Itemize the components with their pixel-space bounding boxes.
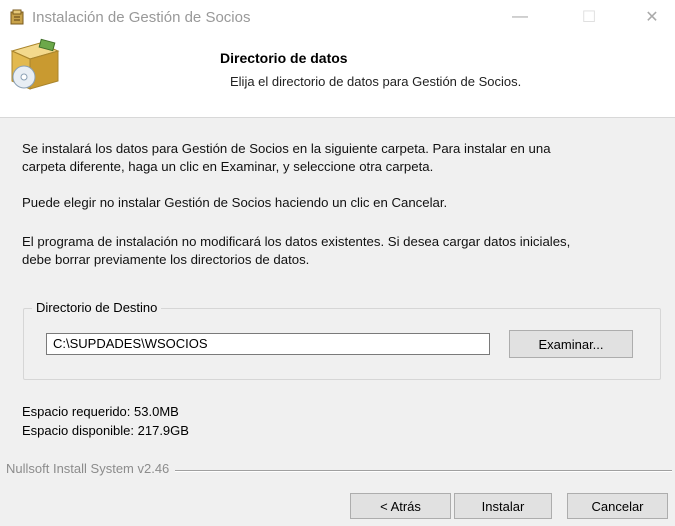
install-button[interactable]: Instalar [454,493,552,519]
existing-data-line-1: El programa de instalación no modificará… [22,234,571,249]
installer-icon [10,9,24,25]
close-button[interactable]: ✕ [629,0,675,34]
existing-data-note: El programa de instalación no modificará… [22,233,662,269]
nsis-branding: Nullsoft Install System v2.46 [6,461,176,476]
intro-paragraph: Se instalará los datos para Gestión de S… [22,140,662,176]
page-subtitle: Elija el directorio de datos para Gestió… [230,74,522,89]
window-title: Instalación de Gestión de Socios [32,9,251,26]
existing-data-line-2: debe borrar previamente los directorios … [22,252,310,267]
cancel-button[interactable]: Cancelar [567,493,668,519]
back-button[interactable]: < Atrás [350,493,451,519]
destination-path-input[interactable]: C:\SUPDADES\WSOCIOS [46,333,490,355]
browse-button[interactable]: Examinar... [509,330,633,358]
space-required: Espacio requerido: 53.0MB [22,404,179,419]
page-title: Directorio de datos [220,50,348,66]
intro-line-2: carpeta diferente, haga un clic en Exami… [22,159,434,174]
header-banner: Directorio de datos Elija el directorio … [0,34,675,118]
maximize-button[interactable]: ☐ [566,0,612,34]
minimize-button[interactable]: — [497,0,543,34]
destination-group-label: Directorio de Destino [32,300,162,315]
space-available: Espacio disponible: 217.9GB [22,423,189,438]
title-bar: Instalación de Gestión de Socios — ☐ ✕ [0,0,675,34]
cancel-note: Puede elegir no instalar Gestión de Soci… [22,195,448,210]
intro-line-1: Se instalará los datos para Gestión de S… [22,141,551,156]
install-box-cd-icon [10,38,60,90]
